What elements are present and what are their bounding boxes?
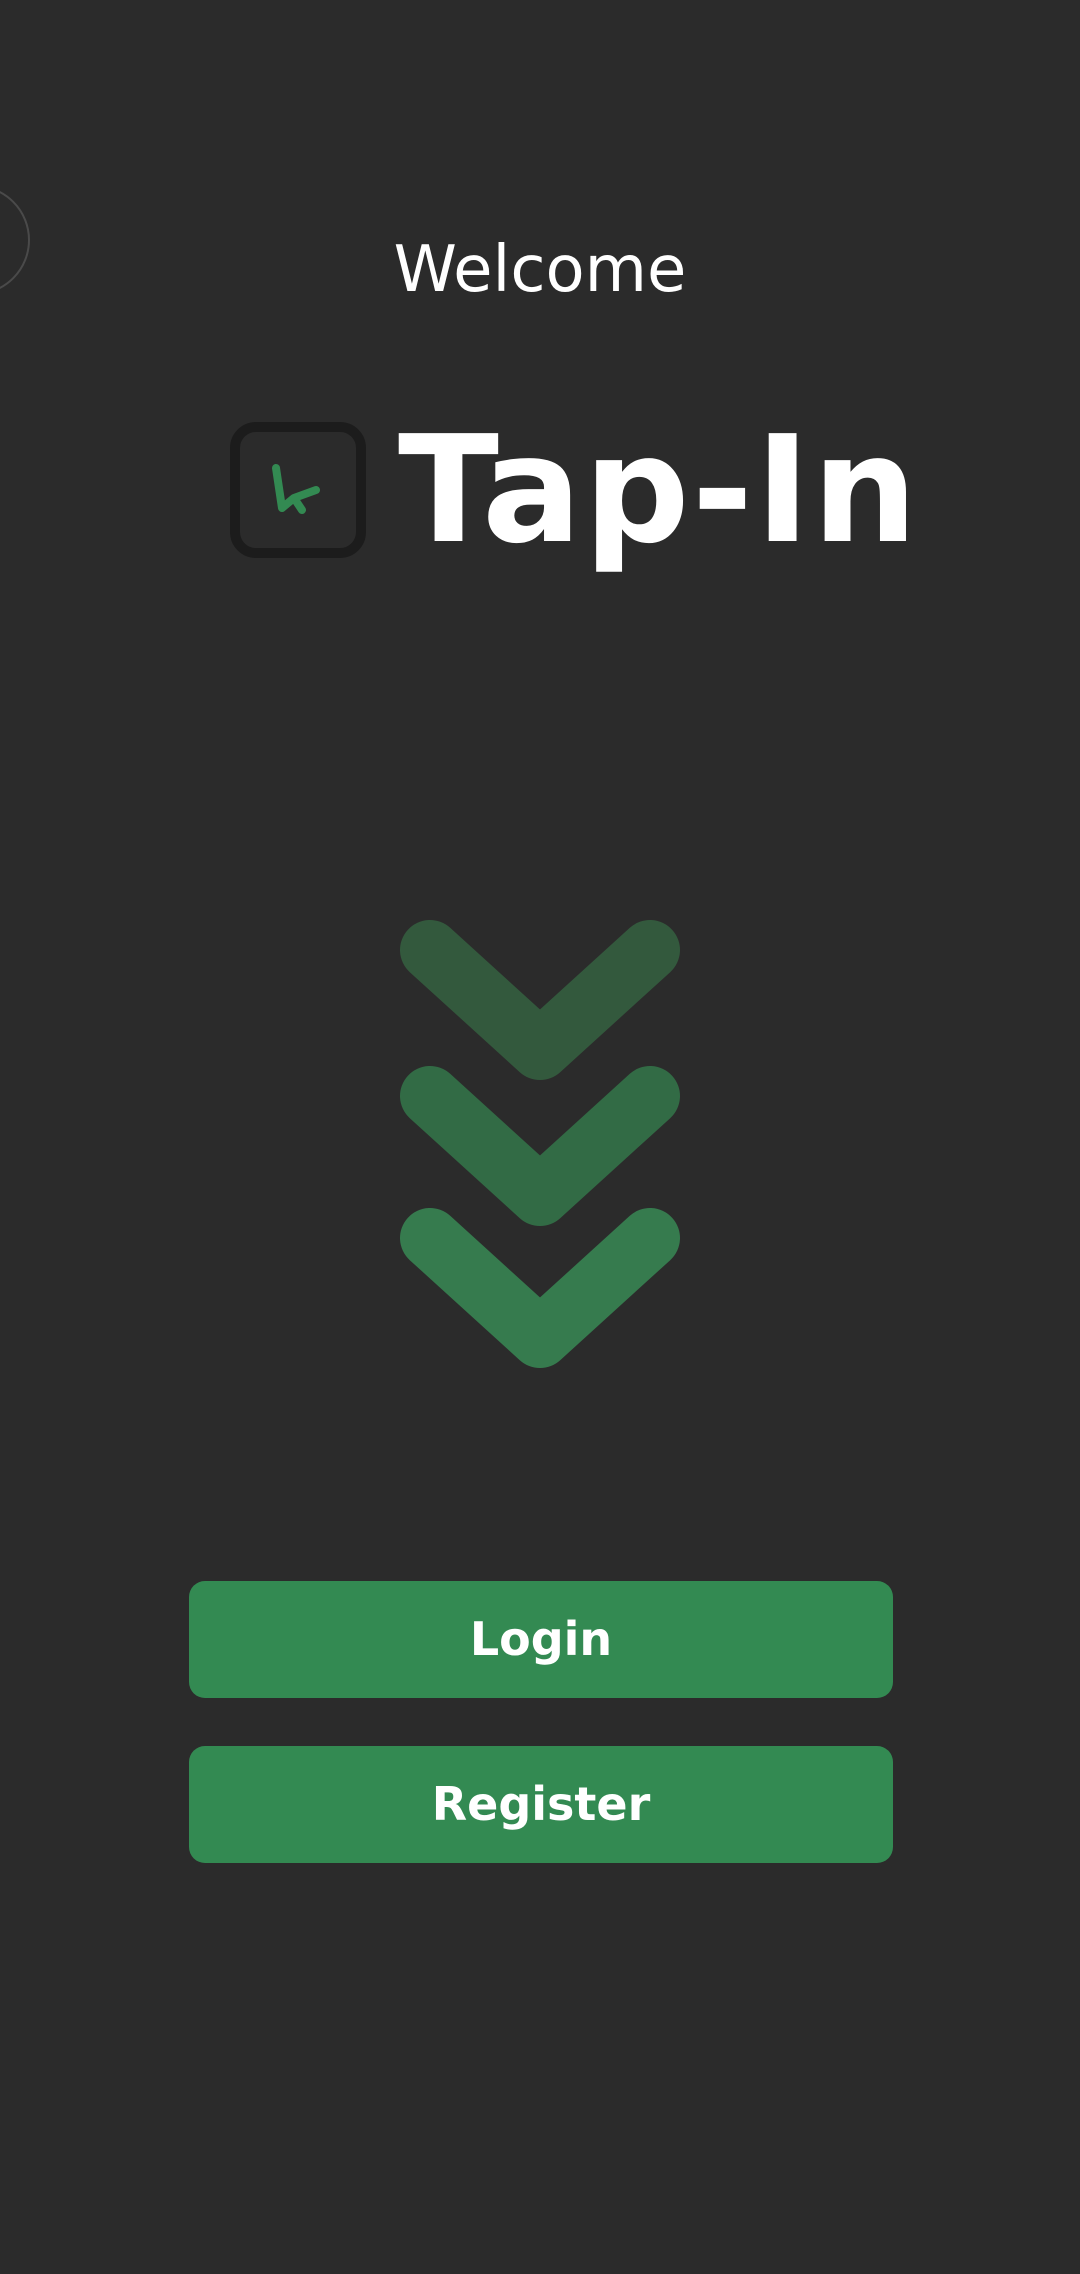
- app-logo: [230, 422, 366, 558]
- welcome-screen: Welcome Tap-In Login Register: [0, 0, 1080, 2274]
- welcome-heading: Welcome: [393, 233, 687, 307]
- triple-chevron-down-icon: [390, 910, 690, 1390]
- chevron-down-icon: [390, 1198, 690, 1378]
- cursor-pointer-icon: [272, 464, 320, 514]
- brand-header: Tap-In: [0, 410, 1080, 570]
- register-button[interactable]: Register: [189, 1746, 893, 1863]
- login-button[interactable]: Login: [189, 1581, 893, 1698]
- brand-name: Tap-In: [398, 404, 920, 576]
